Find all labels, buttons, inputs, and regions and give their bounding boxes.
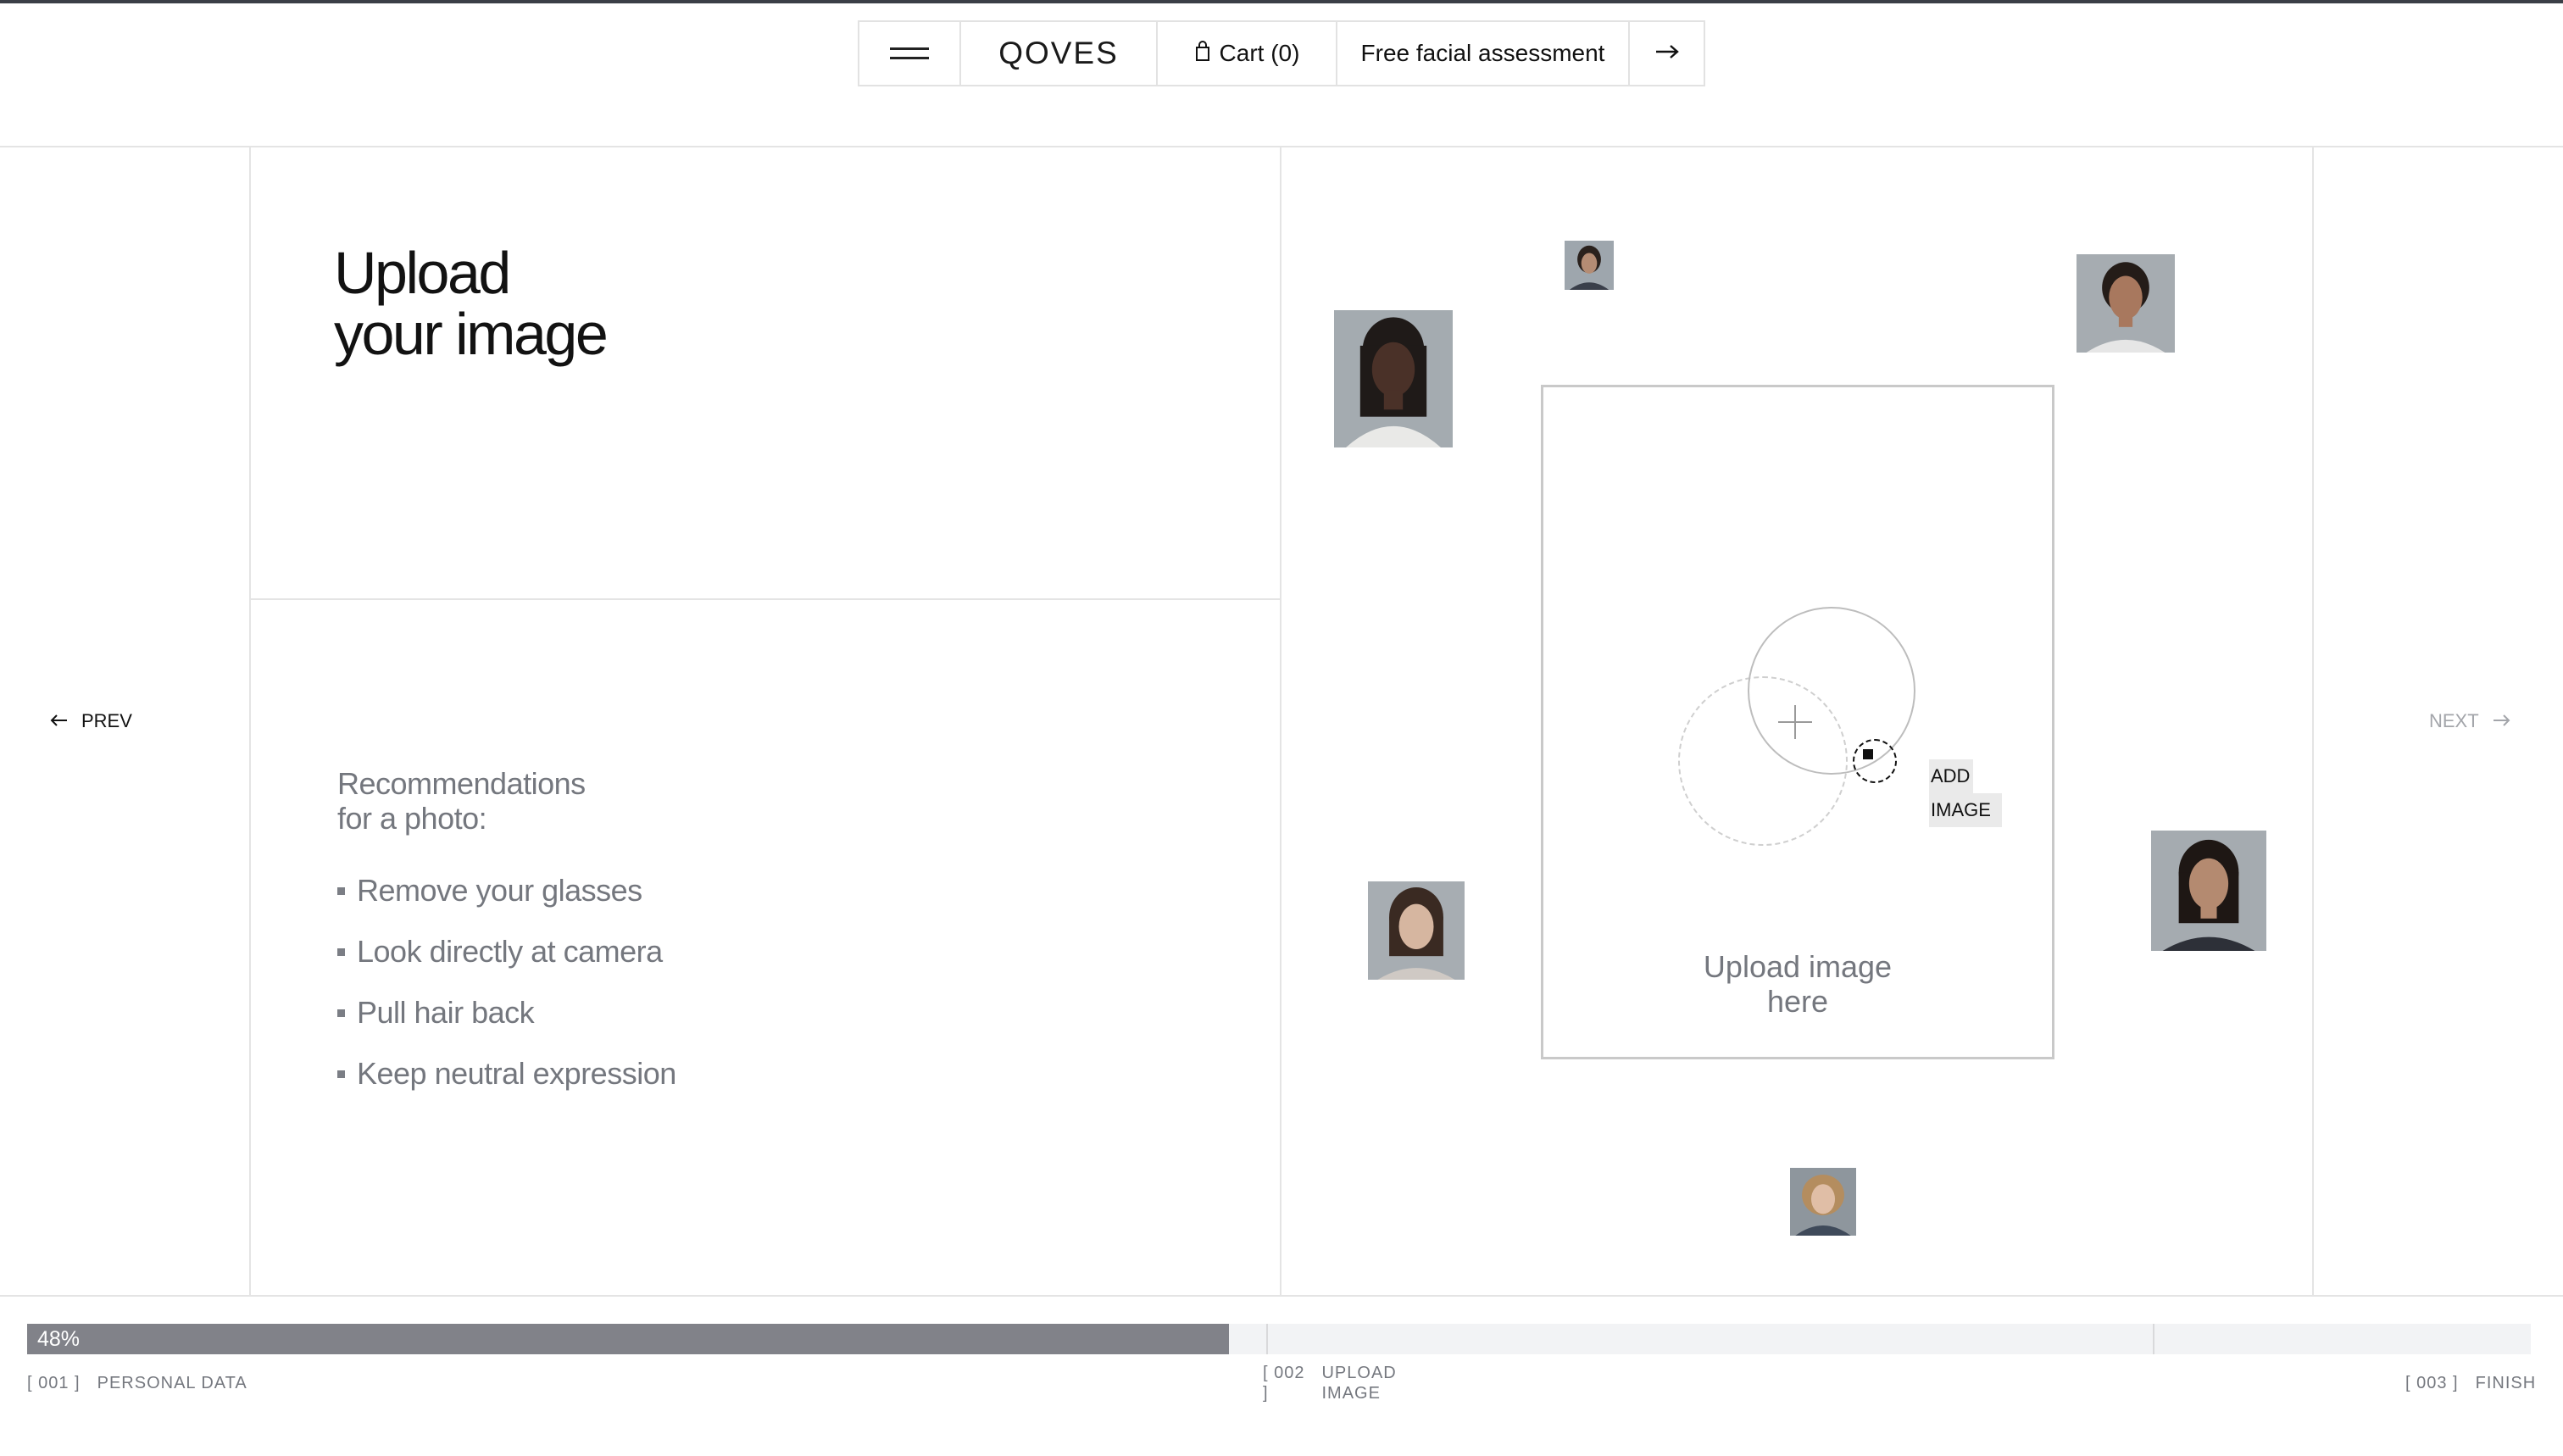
divider-top — [0, 146, 2563, 147]
recommendation-text: Keep neutral expression — [357, 1056, 676, 1091]
step-number: [ 003 ] — [2405, 1374, 2459, 1392]
step-label: PERSONAL DATA — [97, 1374, 247, 1392]
hamburger-menu-icon — [890, 47, 929, 59]
recommendations-heading-line-2: for a photo: — [337, 801, 487, 836]
bullet-icon — [337, 948, 345, 956]
step-number: [ 001 ] — [27, 1374, 81, 1392]
example-face-image — [1368, 881, 1465, 980]
bullet-icon — [337, 887, 345, 895]
add-image-button[interactable]: ADD IMAGE — [1929, 759, 2002, 827]
menu-button[interactable] — [859, 22, 961, 85]
recommendation-text: Pull hair back — [357, 995, 535, 1030]
logo[interactable]: QOVES — [961, 22, 1158, 85]
recommendation-text: Remove your glasses — [357, 873, 642, 908]
assessment-arrow-button[interactable] — [1630, 22, 1704, 85]
example-face-image — [1334, 310, 1453, 447]
list-item: Pull hair back — [337, 995, 676, 1056]
step-label-line-2: IMAGE — [1321, 1384, 1381, 1403]
cursor-ring-icon — [1853, 739, 1897, 783]
add-image-line-1: ADD — [1929, 759, 1974, 793]
progress-step-marker — [1266, 1324, 1268, 1354]
list-item: Remove your glasses — [337, 873, 676, 934]
next-button[interactable]: NEXT — [2429, 710, 2511, 732]
example-face-image — [2151, 831, 2266, 951]
page-title: Upload your image — [334, 240, 609, 367]
upload-prompt: Upload image here — [1541, 949, 2054, 1019]
cart-button[interactable]: Cart (0) — [1158, 22, 1337, 85]
recommendations-heading: Recommendations for a photo: — [337, 766, 586, 836]
arrow-right-icon — [1654, 43, 1680, 64]
progress-fill — [27, 1324, 1229, 1354]
free-assessment-link[interactable]: Free facial assessment — [1337, 22, 1630, 85]
step-number: [ 002 ] — [1263, 1363, 1304, 1403]
shopping-bag-icon — [1194, 40, 1211, 68]
bullet-icon — [337, 1070, 345, 1078]
step-label-line-1: UPLOAD — [1321, 1364, 1397, 1382]
divider-col-2 — [1280, 146, 1282, 1297]
step-label: FINISH — [2475, 1374, 2537, 1392]
divider-col-3 — [2312, 146, 2314, 1297]
title-line-2: your image — [334, 301, 609, 367]
cursor-dot-icon — [1863, 749, 1873, 759]
add-image-line-2: IMAGE — [1929, 793, 2002, 827]
step-number-line-2: ] — [1263, 1384, 1269, 1403]
cart-label: Cart (0) — [1219, 40, 1300, 66]
upload-prompt-line-1: Upload image — [1703, 949, 1893, 984]
arrow-right-icon — [2493, 710, 2511, 732]
example-face-image — [1565, 241, 1614, 290]
step-upload-image[interactable]: [ 002 ] UPLOAD IMAGE — [1263, 1363, 1397, 1403]
next-label: NEXT — [2429, 710, 2479, 731]
top-border — [0, 0, 2563, 3]
upload-prompt-line-2: here — [1766, 984, 1829, 1019]
step-finish[interactable]: [ 003 ] FINISH — [2405, 1373, 2536, 1393]
list-item: Keep neutral expression — [337, 1056, 676, 1117]
step-label: UPLOAD IMAGE — [1321, 1363, 1396, 1403]
recommendations-heading-line-1: Recommendations — [337, 766, 586, 801]
example-face-image — [2077, 254, 2175, 353]
list-item: Look directly at camera — [337, 934, 676, 995]
divider-left-mid — [249, 598, 1282, 600]
prev-label: PREV — [81, 710, 132, 731]
divider-bottom — [0, 1295, 2563, 1297]
example-face-image — [1790, 1168, 1856, 1236]
plus-icon-vertical — [1794, 705, 1796, 739]
title-line-1: Upload — [334, 240, 511, 306]
arrow-left-icon — [49, 710, 68, 732]
progress-percent: 48% — [37, 1327, 81, 1351]
progress-step-marker — [2153, 1324, 2154, 1354]
bullet-icon — [337, 1009, 345, 1017]
header-nav: QOVES Cart (0) Free facial assessment — [858, 20, 1705, 86]
prev-button[interactable]: PREV — [49, 710, 132, 732]
step-number-line-1: [ 002 — [1263, 1364, 1305, 1382]
recommendation-text: Look directly at camera — [357, 934, 663, 969]
recommendations-list: Remove your glasses Look directly at cam… — [337, 873, 676, 1117]
divider-col-1 — [249, 146, 251, 1297]
step-personal-data[interactable]: [ 001 ] PERSONAL DATA — [27, 1373, 247, 1393]
